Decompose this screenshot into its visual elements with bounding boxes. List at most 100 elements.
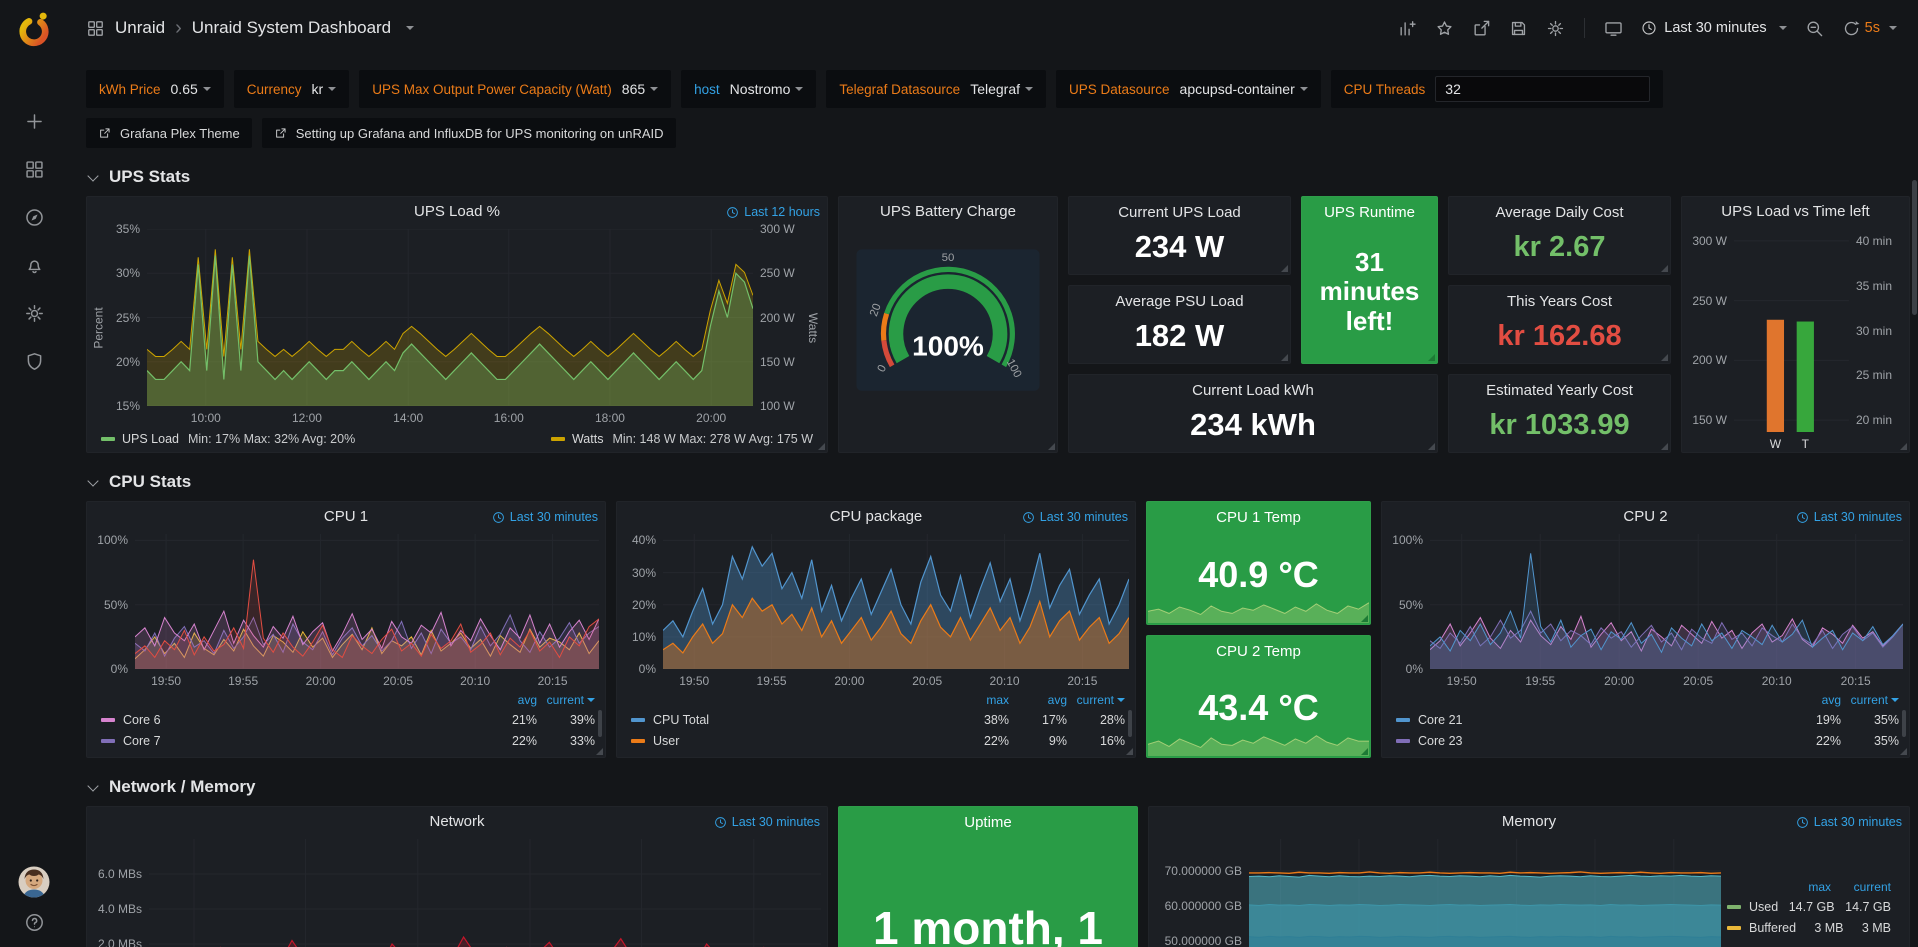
apps-grid-icon[interactable] [86,19,105,38]
add-panel-button[interactable] [1391,14,1424,43]
legend-col-avg[interactable]: avg [1783,693,1841,707]
plot-area[interactable] [663,534,1129,669]
dashboard-settings-button[interactable] [1539,14,1572,43]
variable-value[interactable]: apcupsd-container [1180,81,1308,97]
panel-resize-handle[interactable] [1428,443,1435,450]
panel-title[interactable]: CPU 1 [324,508,368,525]
link-grafana-plex-theme[interactable]: Grafana Plex Theme [86,118,252,148]
star-dashboard-button[interactable] [1428,14,1461,43]
panel-title[interactable]: Current Load kWh [1069,375,1437,399]
panel-resize-handle[interactable] [1661,443,1668,450]
cpu1-chart[interactable] [135,534,599,669]
legend-series[interactable]: Core 7 [101,734,479,748]
panel-resize-handle[interactable] [1361,748,1368,755]
sidebar-create-button[interactable] [24,111,45,132]
panel-resize-handle[interactable] [1126,748,1133,755]
user-avatar[interactable] [18,866,50,898]
refresh-interval-caret-icon[interactable] [1889,26,1897,30]
variable-host[interactable]: host Nostromo [681,70,816,108]
panel-title[interactable]: Average Daily Cost [1449,197,1670,221]
plot-area[interactable] [149,839,821,947]
panel-resize-handle[interactable] [1661,354,1668,361]
panel-resize-handle[interactable] [1281,354,1288,361]
panel-title[interactable]: Uptime [839,807,1137,831]
panel-resize-handle[interactable] [1361,615,1368,622]
share-dashboard-button[interactable] [1465,14,1498,43]
memory-chart[interactable] [1249,839,1721,947]
panel-title[interactable]: This Years Cost [1449,286,1670,310]
time-picker-button[interactable]: Last 30 minutes [1634,15,1793,41]
legend-col-current[interactable]: current [1841,693,1899,707]
page-scrollbar[interactable] [1912,180,1917,315]
panel-resize-handle[interactable] [818,443,825,450]
save-dashboard-button[interactable] [1502,14,1535,43]
plot-area[interactable] [1430,534,1903,669]
legend-series[interactable]: CPU Total [631,713,951,727]
legend-col-avg[interactable]: avg [1009,693,1067,707]
legend-col-max[interactable]: max [951,693,1009,707]
sidebar-server-admin-button[interactable] [24,351,45,372]
section-cpu-stats[interactable]: CPU Stats [87,470,1910,494]
variable-value[interactable]: kr [312,81,337,97]
cpu2-chart[interactable] [1430,534,1903,669]
network-chart[interactable] [149,839,821,947]
section-ups-stats[interactable]: UPS Stats [87,165,1910,189]
cycle-view-mode-button[interactable] [1597,14,1630,43]
variable-telegraf-datasource[interactable]: Telegraf Datasource Telegraf [826,70,1046,108]
variable-ups-datasource[interactable]: UPS Datasource apcupsd-container [1056,70,1321,108]
sidebar-dashboards-button[interactable] [24,159,45,180]
legend-col-current[interactable]: current [1067,693,1125,707]
link-ups-monitoring-guide[interactable]: Setting up Grafana and InfluxDB for UPS … [262,118,676,148]
plot-area[interactable] [135,534,599,669]
legend-scrollbar[interactable] [598,710,602,737]
panel-resize-handle[interactable] [1900,748,1907,755]
refresh-interval-label[interactable]: 5s [1865,20,1880,36]
legend-series[interactable]: User [631,734,951,748]
panel-title[interactable]: Network [429,813,484,830]
panel-resize-handle[interactable] [1048,443,1055,450]
panel-resize-handle[interactable] [1900,443,1907,450]
variable-ups-max-output[interactable]: UPS Max Output Power Capacity (Watt) 865 [359,70,671,108]
panel-title[interactable]: UPS Battery Charge [880,203,1016,220]
cpu-package-chart[interactable] [663,534,1129,669]
legend-series[interactable]: Buffered [1727,921,1796,935]
panel-resize-handle[interactable] [1281,265,1288,272]
ups-load-chart[interactable] [147,229,753,406]
legend-series[interactable]: Core 6 [101,713,479,727]
panel-title[interactable]: CPU 2 Temp [1147,636,1370,660]
legend-series[interactable]: Core 23 [1396,734,1783,748]
dashboard-title-caret-icon[interactable] [406,26,414,30]
legend-series[interactable]: UPS Load Min: 17% Max: 32% Avg: 20% [101,432,355,446]
variable-value[interactable]: 865 [622,81,658,97]
panel-title[interactable]: Average PSU Load [1069,286,1290,310]
panel-title[interactable]: Estimated Yearly Cost [1449,375,1670,399]
sidebar-configuration-button[interactable] [24,303,45,324]
plot-area[interactable] [1734,229,1849,432]
section-network-memory[interactable]: Network / Memory [87,775,1910,799]
zoom-out-time-button[interactable] [1798,14,1831,43]
dashboard-title[interactable]: Unraid System Dashboard [192,18,391,38]
legend-scrollbar[interactable] [1128,710,1132,737]
panel-title[interactable]: UPS Load vs Time left [1721,203,1869,220]
load-vs-time-chart[interactable] [1734,229,1849,432]
sidebar-alerting-button[interactable] [24,255,45,276]
legend-series[interactable]: Watts Min: 148 W Max: 278 W Avg: 175 W [551,432,813,446]
plot-area[interactable] [147,229,753,406]
panel-title[interactable]: CPU 1 Temp [1147,502,1370,526]
legend-col-avg[interactable]: avg [479,693,537,707]
legend-scrollbar[interactable] [1902,710,1906,737]
panel-title[interactable]: Memory [1502,813,1556,830]
variable-value[interactable]: Nostromo [730,81,804,97]
variable-value[interactable]: Telegraf [970,81,1033,97]
legend-col-current[interactable]: current [537,693,595,707]
legend-series[interactable]: Core 21 [1396,713,1783,727]
panel-title[interactable]: UPS Runtime [1302,197,1437,221]
panel-resize-handle[interactable] [1428,354,1435,361]
legend-series[interactable]: Used [1727,900,1778,914]
panel-title[interactable]: Current UPS Load [1069,197,1290,221]
variable-kwh-price[interactable]: kWh Price 0.65 [86,70,224,108]
variable-currency[interactable]: Currency kr [234,70,349,108]
variable-value[interactable]: 0.65 [171,81,211,97]
plot-area[interactable] [1249,839,1721,947]
sidebar-explore-button[interactable] [24,207,45,228]
